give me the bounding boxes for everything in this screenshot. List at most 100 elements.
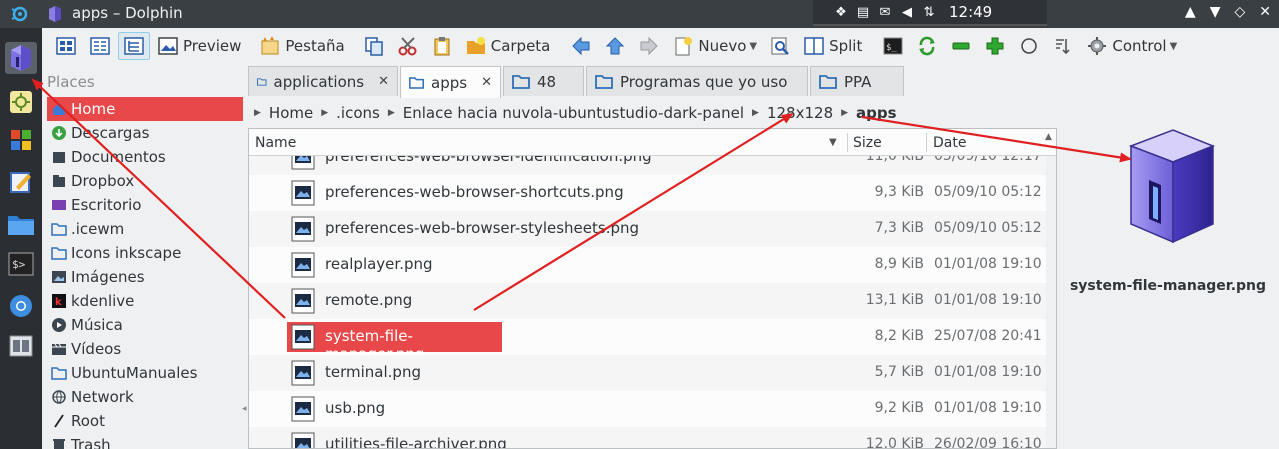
folder-icon bbox=[51, 247, 67, 260]
terminal-button[interactable]: $_ bbox=[877, 32, 909, 60]
zoom-out-button[interactable] bbox=[945, 32, 977, 60]
vertical-scrollbar[interactable] bbox=[1046, 156, 1056, 448]
breadcrumb-apps[interactable]: ▶ apps bbox=[841, 104, 896, 122]
place-kdenlive[interactable]: k kdenlive bbox=[47, 289, 243, 313]
details-view-button[interactable] bbox=[118, 32, 150, 60]
breadcrumb-enlace[interactable]: ▶ Enlace hacia nuvola-ubuntustudio-dark-p… bbox=[388, 104, 744, 122]
find-button[interactable] bbox=[764, 32, 796, 60]
tab-bar: applications ✕ apps ✕ 48 Programas que y… bbox=[248, 66, 906, 98]
folder-icon bbox=[595, 74, 613, 89]
control-menu-button[interactable]: Control ▼ bbox=[1081, 32, 1182, 60]
compact-view-button[interactable] bbox=[84, 32, 116, 60]
arrow-up-icon bbox=[606, 37, 625, 55]
kdenlive-icon: k bbox=[52, 294, 66, 308]
copy-button[interactable] bbox=[358, 32, 390, 60]
dock-folder[interactable] bbox=[5, 208, 37, 240]
new-tab-button[interactable]: Pestaña bbox=[254, 32, 349, 60]
forward-button[interactable] bbox=[633, 32, 665, 60]
place-label: Dropbox bbox=[71, 172, 135, 190]
place-musica[interactable]: Música bbox=[47, 313, 243, 337]
file-date: 01/01/08 19:10 bbox=[934, 364, 1042, 380]
column-date[interactable]: Date bbox=[933, 135, 966, 151]
dropbox-icon[interactable]: ❖ bbox=[833, 4, 849, 20]
file-row-selected[interactable]: system-file-manager.png 8,2 KiB 25/07/08… bbox=[249, 319, 1046, 363]
tab-applications[interactable]: applications ✕ bbox=[248, 66, 398, 96]
tab-programas[interactable]: Programas que yo uso bbox=[586, 66, 808, 96]
dock-browser[interactable] bbox=[5, 290, 37, 322]
file-row[interactable]: remote.png 13,1 KiB 01/01/08 19:10 bbox=[249, 283, 1046, 319]
column-divider[interactable] bbox=[847, 133, 848, 152]
dock-file-manager[interactable] bbox=[5, 42, 37, 74]
new-menu-button[interactable]: Nuevo ▼ bbox=[667, 32, 762, 60]
file-date: 26/02/09 16:10 bbox=[934, 436, 1042, 449]
network-icon bbox=[52, 390, 66, 404]
close-icon[interactable]: ✕ bbox=[1259, 4, 1271, 20]
clock[interactable]: 12:49 bbox=[949, 3, 992, 21]
place-icons-inkscape[interactable]: Icons inkscape bbox=[47, 241, 243, 265]
new-document-icon bbox=[675, 37, 693, 56]
tab-ppa[interactable]: PPA bbox=[810, 66, 904, 96]
place-imagenes[interactable]: Imágenes bbox=[47, 265, 243, 289]
folder-icon bbox=[8, 216, 34, 235]
column-name[interactable]: Name bbox=[255, 135, 296, 151]
up-button[interactable] bbox=[599, 32, 631, 60]
network-transfer-icon[interactable]: ⇅ bbox=[921, 4, 937, 20]
sort-button[interactable] bbox=[1047, 32, 1079, 60]
dock-brightness[interactable] bbox=[5, 86, 37, 118]
file-row[interactable]: usb.png 9,2 KiB 01/01/08 19:10 bbox=[249, 391, 1046, 427]
place-documentos[interactable]: Documentos bbox=[47, 145, 243, 169]
mail-icon[interactable]: ✉ bbox=[877, 4, 893, 20]
window-buttons: ▲ ▼ ◇ ✕ bbox=[1185, 4, 1271, 20]
place-videos[interactable]: Vídeos bbox=[47, 337, 243, 361]
breadcrumb-home[interactable]: ▶ Home bbox=[254, 104, 313, 122]
scroll-up-icon[interactable]: ▲ bbox=[1045, 132, 1052, 142]
dock-wine[interactable] bbox=[5, 124, 37, 156]
file-row[interactable]: preferences-web-browser-identification.p… bbox=[249, 156, 1046, 175]
tab-48[interactable]: 48 bbox=[503, 66, 584, 96]
chevron-right-icon: ▶ bbox=[321, 108, 329, 118]
place-trash[interactable]: Trash bbox=[47, 433, 243, 449]
file-row[interactable]: utilities-file-archiver.png 12,0 KiB 26/… bbox=[249, 427, 1046, 449]
file-row[interactable]: realplayer.png 8,9 KiB 01/01/08 19:10 bbox=[249, 247, 1046, 283]
sort-arrow-icon[interactable]: ▼ bbox=[829, 137, 837, 148]
dock-terminal[interactable]: $> bbox=[5, 248, 37, 280]
hidden-files-button[interactable] bbox=[1013, 32, 1045, 60]
place-root[interactable]: Root bbox=[47, 409, 243, 433]
minimize-icon[interactable]: ▼ bbox=[1210, 4, 1221, 20]
place-label: Home bbox=[71, 100, 116, 118]
column-size[interactable]: Size bbox=[853, 135, 882, 151]
place-escritorio[interactable]: Escritorio bbox=[47, 193, 243, 217]
preview-button[interactable]: Preview bbox=[152, 32, 246, 60]
maximize-icon[interactable]: ▲ bbox=[1185, 4, 1196, 20]
back-button[interactable] bbox=[565, 32, 597, 60]
breadcrumb-icons[interactable]: ▶ .icons bbox=[321, 104, 380, 122]
column-divider[interactable] bbox=[926, 133, 927, 152]
place-network[interactable]: Network bbox=[47, 385, 243, 409]
place-descargas[interactable]: Descargas bbox=[47, 121, 243, 145]
zoom-in-button[interactable] bbox=[979, 32, 1011, 60]
place-ubuntumanuales[interactable]: UbuntuManuales bbox=[47, 361, 243, 385]
breadcrumb-128x128[interactable]: ▶ 128x128 bbox=[752, 104, 833, 122]
tab-apps[interactable]: apps ✕ bbox=[400, 66, 501, 98]
close-icon[interactable]: ✕ bbox=[481, 75, 492, 90]
close-icon[interactable]: ✕ bbox=[378, 74, 389, 89]
file-row[interactable]: preferences-web-browser-shortcuts.png 9,… bbox=[249, 175, 1046, 211]
dock-window-switcher[interactable] bbox=[5, 330, 37, 362]
book-icon[interactable]: ▤ bbox=[855, 4, 871, 20]
cut-button[interactable] bbox=[392, 32, 424, 60]
file-row[interactable]: terminal.png 5,7 KiB 01/01/08 19:10 bbox=[249, 355, 1046, 391]
reload-button[interactable] bbox=[911, 32, 943, 60]
place-icewm[interactable]: .icewm bbox=[47, 217, 243, 241]
places-panel: Places Home Descargas Documentos Dropbox… bbox=[42, 64, 248, 449]
restore-icon[interactable]: ◇ bbox=[1234, 4, 1245, 20]
split-button[interactable]: Split bbox=[798, 32, 867, 60]
volume-icon[interactable]: ◀ bbox=[899, 4, 915, 20]
file-row[interactable]: preferences-web-browser-stylesheets.png … bbox=[249, 211, 1046, 247]
paste-button[interactable] bbox=[426, 32, 458, 60]
place-dropbox[interactable]: Dropbox bbox=[47, 169, 243, 193]
logo-icon[interactable] bbox=[10, 5, 30, 23]
new-folder-button[interactable]: Carpeta bbox=[460, 32, 556, 60]
icons-view-button[interactable] bbox=[50, 32, 82, 60]
place-home[interactable]: Home bbox=[47, 97, 243, 121]
dock-text-editor[interactable] bbox=[5, 166, 37, 198]
